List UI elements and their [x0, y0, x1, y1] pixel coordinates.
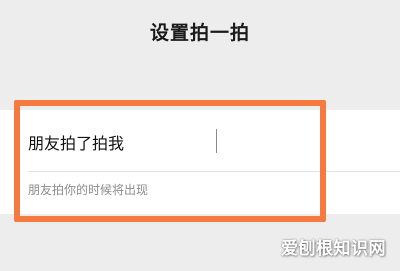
- watermark-logo: 爱刨根知识网: [281, 239, 386, 259]
- page-title: 设置拍一拍: [149, 22, 250, 44]
- highlight-annotation-box: [14, 100, 326, 222]
